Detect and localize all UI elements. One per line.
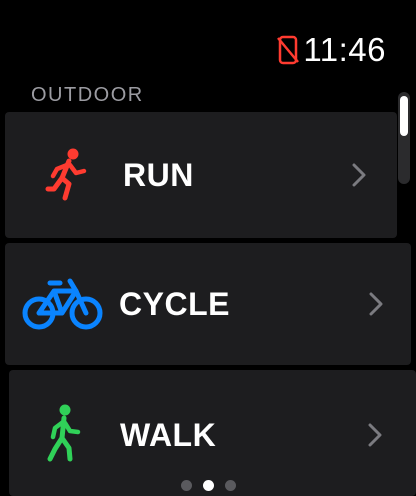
running-figure-icon (43, 148, 93, 202)
workout-row-walk[interactable]: WALK (9, 370, 416, 496)
status-bar: 11:46 (277, 30, 386, 70)
section-label-outdoor: OUTDOOR (31, 84, 144, 106)
chevron-right-icon (352, 163, 366, 192)
chevron-right-icon (369, 292, 383, 321)
bicycle-icon (21, 277, 105, 331)
scroll-indicator[interactable] (398, 92, 410, 184)
page-dot-active[interactable] (202, 480, 214, 491)
workout-label: RUN (123, 157, 194, 193)
workout-label: CYCLE (119, 286, 230, 322)
workout-row-cycle[interactable]: CYCLE (5, 243, 411, 365)
page-indicator (0, 480, 416, 491)
workout-row-run[interactable]: RUN (5, 112, 397, 238)
page-dot[interactable] (180, 480, 192, 491)
walking-figure-icon (41, 404, 87, 462)
page-dot[interactable] (224, 480, 236, 491)
clock-time: 11:46 (303, 31, 386, 68)
workout-label: WALK (120, 417, 217, 453)
scroll-thumb[interactable] (400, 96, 408, 136)
phone-slash-icon (277, 35, 300, 65)
chevron-right-icon (368, 423, 382, 452)
